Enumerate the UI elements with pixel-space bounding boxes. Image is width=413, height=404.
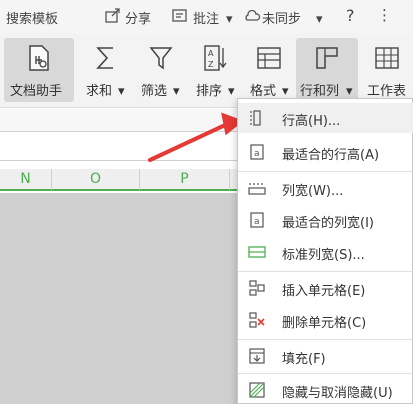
menu-item-insert-cells[interactable]: 插入单元格(E): [238, 273, 413, 303]
menu-item-label: 插入单元格(E): [282, 284, 366, 299]
column-divider: [140, 193, 141, 404]
menu-item-best-fit-row-height[interactable]: a 最适合的行高(A): [238, 137, 413, 167]
format-dropdown-icon: ▾: [282, 84, 289, 99]
row-height-icon: [248, 109, 266, 127]
format-button[interactable]: 格式 ▾: [246, 38, 292, 102]
doc-assistant-label: 文档助手: [10, 84, 63, 99]
sum-label: 求和: [86, 84, 113, 99]
filter-button[interactable]: 筛选 ▾: [137, 38, 183, 102]
menu-item-column-width[interactable]: 列宽(W)...: [238, 173, 413, 203]
menu-item-row-height[interactable]: 行高(H)...: [238, 103, 413, 133]
format-label: 格式: [250, 84, 277, 99]
sync-dropdown-icon[interactable]: ▾: [316, 12, 323, 27]
menu-item-label: 填充(F): [282, 352, 326, 367]
share-icon: [104, 7, 122, 29]
column-header-o[interactable]: O: [52, 169, 140, 191]
delete-cells-icon: [248, 311, 266, 329]
standard-column-width-icon: [248, 243, 266, 261]
ribbon-toolbar: 文档助手 求和 ▾ 筛选 ▾ AZ 排序 ▾ 格式 ▾ 行和列 ▾ 工作表: [0, 34, 413, 108]
menu-item-label: 删除单元格(C): [282, 316, 367, 331]
sum-icon: [93, 44, 119, 76]
help-icon[interactable]: ?: [346, 6, 355, 25]
sort-icon: AZ: [202, 44, 228, 76]
sum-dropdown-icon: ▾: [118, 84, 125, 99]
menu-item-best-fit-column-width[interactable]: a 最适合的列宽(I): [238, 205, 413, 235]
menu-item-label: 最适合的行高(A): [282, 148, 380, 163]
svg-text:a: a: [254, 217, 260, 227]
filter-icon: [148, 44, 174, 76]
row-column-label: 行和列: [300, 84, 340, 99]
sort-button[interactable]: AZ 排序 ▾: [192, 38, 238, 102]
more-icon[interactable]: ⋮: [377, 6, 392, 24]
menu-item-hide-unhide[interactable]: 隐藏与取消隐藏(U): [238, 375, 413, 404]
doc-assistant-icon: [26, 44, 52, 76]
menu-item-delete-cells[interactable]: 删除单元格(C): [238, 305, 413, 335]
row-column-button[interactable]: 行和列 ▾: [296, 38, 358, 102]
filter-dropdown-icon: ▾: [173, 84, 180, 99]
menu-separator: [238, 339, 413, 340]
row-column-dropdown-icon: ▾: [346, 84, 353, 99]
column-divider: [230, 193, 231, 404]
svg-text:a: a: [254, 149, 260, 159]
template-search[interactable]: 搜索模板: [6, 8, 58, 27]
menu-item-label: 列宽(W)...: [282, 184, 344, 199]
menu-item-label: 标准列宽(S)...: [282, 248, 365, 263]
fill-icon: [248, 347, 266, 365]
top-bar: 搜索模板 分享 批注 ▾ 未同步 ▾ ? ⋮: [0, 0, 413, 34]
menu-separator: [238, 171, 413, 172]
comment-icon: [171, 7, 189, 29]
menu-item-label: 隐藏与取消隐藏(U): [282, 386, 393, 401]
best-fit-column-width-icon: a: [248, 211, 266, 229]
row-column-menu: 行高(H)... a 最适合的行高(A) 列宽(W)... a 最适合的列宽(I…: [237, 98, 413, 404]
column-header-p[interactable]: P: [140, 169, 230, 191]
column-header-n[interactable]: N: [0, 169, 52, 191]
format-icon: [256, 44, 282, 76]
comment-button[interactable]: 批注: [193, 8, 219, 27]
comment-dropdown-icon[interactable]: ▾: [226, 12, 233, 27]
worksheet-button[interactable]: 工作表: [364, 38, 413, 102]
menu-separator: [238, 271, 413, 272]
sum-button[interactable]: 求和 ▾: [82, 38, 128, 102]
red-arrow-annotation: [148, 112, 244, 162]
menu-separator: [238, 373, 413, 374]
column-width-icon: [248, 179, 266, 197]
cloud-sync-icon: [243, 7, 261, 29]
insert-cells-icon: [248, 279, 266, 297]
doc-assistant-button[interactable]: 文档助手: [4, 38, 74, 102]
best-fit-row-height-icon: a: [248, 143, 266, 161]
row-column-icon: [314, 44, 340, 76]
menu-item-label: 最适合的列宽(I): [282, 216, 374, 231]
svg-text:Z: Z: [208, 60, 214, 69]
sort-dropdown-icon: ▾: [228, 84, 235, 99]
menu-item-fill[interactable]: 填充(F): [238, 341, 413, 371]
menu-item-label: 行高(H)...: [282, 114, 341, 129]
sort-label: 排序: [196, 84, 223, 99]
worksheet-label: 工作表: [367, 84, 407, 99]
sync-status[interactable]: 未同步: [262, 8, 301, 27]
filter-label: 筛选: [141, 84, 168, 99]
menu-item-standard-column-width[interactable]: 标准列宽(S)...: [238, 237, 413, 267]
svg-text:A: A: [208, 49, 214, 58]
hide-unhide-icon: [248, 381, 266, 399]
share-button[interactable]: 分享: [125, 8, 151, 27]
worksheet-icon: [374, 44, 400, 76]
column-divider: [52, 193, 53, 404]
